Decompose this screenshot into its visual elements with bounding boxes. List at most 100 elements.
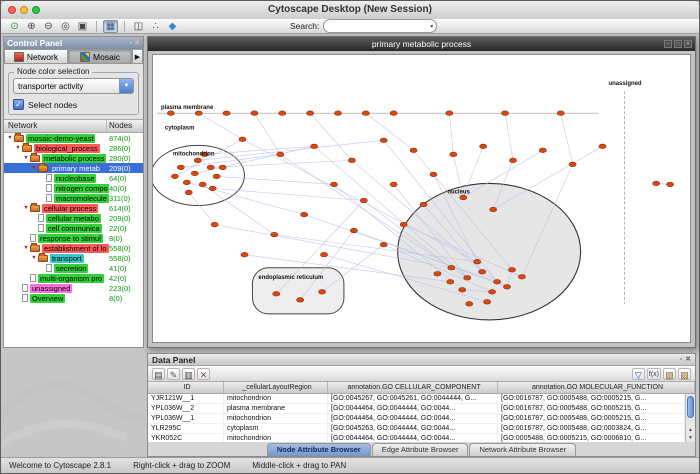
scroll-down-icon[interactable]: ▼ bbox=[686, 434, 695, 442]
graph-node[interactable] bbox=[479, 269, 486, 274]
close-panel-icon[interactable]: ✕ bbox=[134, 39, 140, 48]
tree-row[interactable]: ▼cellular process614(0) bbox=[4, 203, 143, 213]
tree-row[interactable]: nucleobase64(0) bbox=[4, 173, 143, 183]
graph-node[interactable] bbox=[194, 158, 201, 163]
graph-node[interactable] bbox=[350, 228, 357, 233]
graph-node[interactable] bbox=[450, 152, 457, 157]
graph-node[interactable] bbox=[489, 290, 496, 295]
expanded-icon[interactable]: ▼ bbox=[14, 143, 22, 153]
overview-icon[interactable]: ◫ bbox=[131, 20, 146, 33]
graph-node[interactable] bbox=[390, 182, 397, 187]
graph-node[interactable] bbox=[191, 171, 198, 176]
tab-overflow-icon[interactable]: ▶ bbox=[132, 49, 143, 64]
tree-row[interactable]: ▼transport558(0) bbox=[4, 253, 143, 263]
graph-node[interactable] bbox=[279, 111, 286, 116]
graph-node[interactable] bbox=[360, 198, 367, 203]
tree-column-network[interactable]: Network bbox=[4, 120, 107, 132]
filter-icon[interactable]: ▽ bbox=[632, 368, 645, 380]
graph-node[interactable] bbox=[334, 111, 341, 116]
tree-row[interactable]: secretion41(0) bbox=[4, 263, 143, 273]
tree-row[interactable]: ▼mosaic-demo-yeast874(0) bbox=[4, 133, 143, 143]
graph-node[interactable] bbox=[447, 279, 454, 284]
graph-node[interactable] bbox=[539, 148, 546, 153]
graph-node[interactable] bbox=[503, 284, 510, 289]
table-scrollbar[interactable]: ▲ ▼ bbox=[685, 394, 695, 442]
graph-node[interactable] bbox=[667, 182, 674, 187]
graph-node[interactable] bbox=[320, 252, 327, 257]
graph-node[interactable] bbox=[183, 180, 190, 185]
table-row[interactable]: YJR121W__1mitochondrion[GO:0045267, GO:0… bbox=[148, 394, 685, 404]
graph-node[interactable] bbox=[211, 222, 218, 227]
graph-node[interactable] bbox=[466, 302, 473, 307]
graph-node[interactable] bbox=[490, 207, 497, 212]
graph-node[interactable] bbox=[271, 232, 278, 237]
tree-row[interactable]: cell communica22(0) bbox=[4, 223, 143, 233]
column-header[interactable]: annotation.GO MOLECULAR_FUNCTION bbox=[498, 382, 695, 393]
tree-row[interactable]: multi-organism pro42(0) bbox=[4, 273, 143, 283]
graphics-details-icon[interactable]: ▦ bbox=[103, 20, 118, 33]
delete-attribute-icon[interactable]: ▥ bbox=[182, 368, 195, 380]
select-nodes-checkbox[interactable]: ✓ bbox=[13, 99, 24, 110]
search-input[interactable] bbox=[330, 21, 426, 31]
graph-node[interactable] bbox=[434, 271, 441, 276]
scroll-up-icon[interactable]: ▲ bbox=[686, 426, 695, 434]
graph-node[interactable] bbox=[167, 111, 174, 116]
tab-mosaic[interactable]: Mosaic bbox=[68, 49, 132, 64]
table-row[interactable]: YKR052Cmitochondrion[GO:0044464, GO:0044… bbox=[148, 434, 685, 442]
graph-node[interactable] bbox=[446, 111, 453, 116]
table-row[interactable]: YPL036W__1mitochondrion[GO:0044464, GO:0… bbox=[148, 414, 685, 424]
graph-node[interactable] bbox=[185, 190, 192, 195]
expanded-icon[interactable]: ▼ bbox=[30, 163, 38, 173]
tree-row[interactable]: ▼metabolic process280(0) bbox=[4, 153, 143, 163]
tab-network-attribute-browser[interactable]: Network Attribute Browser bbox=[469, 443, 576, 456]
table-row[interactable]: YPL036W__2plasma membrane[GO:0044464, GO… bbox=[148, 404, 685, 414]
expanded-icon[interactable]: ▼ bbox=[6, 133, 14, 143]
zoom-in-icon[interactable]: ⊕ bbox=[24, 20, 39, 33]
graph-node[interactable] bbox=[273, 292, 280, 297]
graph-node[interactable] bbox=[493, 279, 500, 284]
graph-node[interactable] bbox=[474, 259, 481, 264]
graph-node[interactable] bbox=[380, 138, 387, 143]
graph-node[interactable] bbox=[277, 152, 284, 157]
tree-column-nodes[interactable]: Nodes bbox=[107, 120, 143, 132]
expanded-icon[interactable]: ▼ bbox=[22, 203, 30, 213]
graph-node[interactable] bbox=[177, 165, 184, 170]
graph-node[interactable] bbox=[297, 298, 304, 303]
graph-node[interactable] bbox=[509, 158, 516, 163]
zoom-selected-icon[interactable]: ◎ bbox=[58, 20, 73, 33]
vizmapper-icon[interactable]: ◆ bbox=[165, 20, 180, 33]
search-dropdown-icon[interactable]: ▾ bbox=[430, 23, 433, 30]
expanded-icon[interactable]: ▼ bbox=[22, 153, 30, 163]
internal-close-icon[interactable]: ✕ bbox=[684, 40, 692, 48]
expanded-icon[interactable]: ▼ bbox=[22, 243, 30, 253]
graph-node[interactable] bbox=[223, 111, 230, 116]
tree-row[interactable]: unassigned223(0) bbox=[4, 283, 143, 293]
column-header[interactable]: ID bbox=[148, 382, 224, 393]
graph-node[interactable] bbox=[199, 182, 206, 187]
graph-node[interactable] bbox=[390, 111, 397, 116]
tab-network[interactable]: Network bbox=[4, 49, 68, 64]
graph-node[interactable] bbox=[239, 137, 246, 142]
internal-minimize-icon[interactable]: ─ bbox=[664, 40, 672, 48]
column-header[interactable]: _cellularLayoutRegion bbox=[224, 382, 328, 393]
graph-node[interactable] bbox=[653, 181, 660, 186]
graph-node[interactable] bbox=[420, 202, 427, 207]
graph-node[interactable] bbox=[348, 158, 355, 163]
open-folder-icon[interactable]: ▨ bbox=[678, 368, 691, 380]
zoom-fit-icon[interactable]: ▣ bbox=[75, 20, 90, 33]
select-attributes-icon[interactable]: ▤ bbox=[152, 368, 165, 380]
graph-node[interactable] bbox=[464, 275, 471, 280]
float-panel-icon[interactable]: ▫ bbox=[680, 355, 682, 364]
tree-row[interactable]: nitrogen compo40(0) bbox=[4, 183, 143, 193]
function-builder-icon[interactable]: f(x) bbox=[647, 368, 661, 380]
graph-node[interactable] bbox=[508, 267, 515, 272]
graph-node[interactable] bbox=[460, 195, 467, 200]
internal-maximize-icon[interactable]: □ bbox=[674, 40, 682, 48]
network-view-icon[interactable]: ∴ bbox=[148, 20, 163, 33]
graph-node[interactable] bbox=[569, 162, 576, 167]
graph-node[interactable] bbox=[213, 174, 220, 179]
graph-node[interactable] bbox=[207, 165, 214, 170]
tree-row[interactable]: response to stimul8(0) bbox=[4, 233, 143, 243]
create-attribute-icon[interactable]: ✎ bbox=[167, 368, 180, 380]
tree-row[interactable]: Overview8(0) bbox=[4, 293, 143, 303]
